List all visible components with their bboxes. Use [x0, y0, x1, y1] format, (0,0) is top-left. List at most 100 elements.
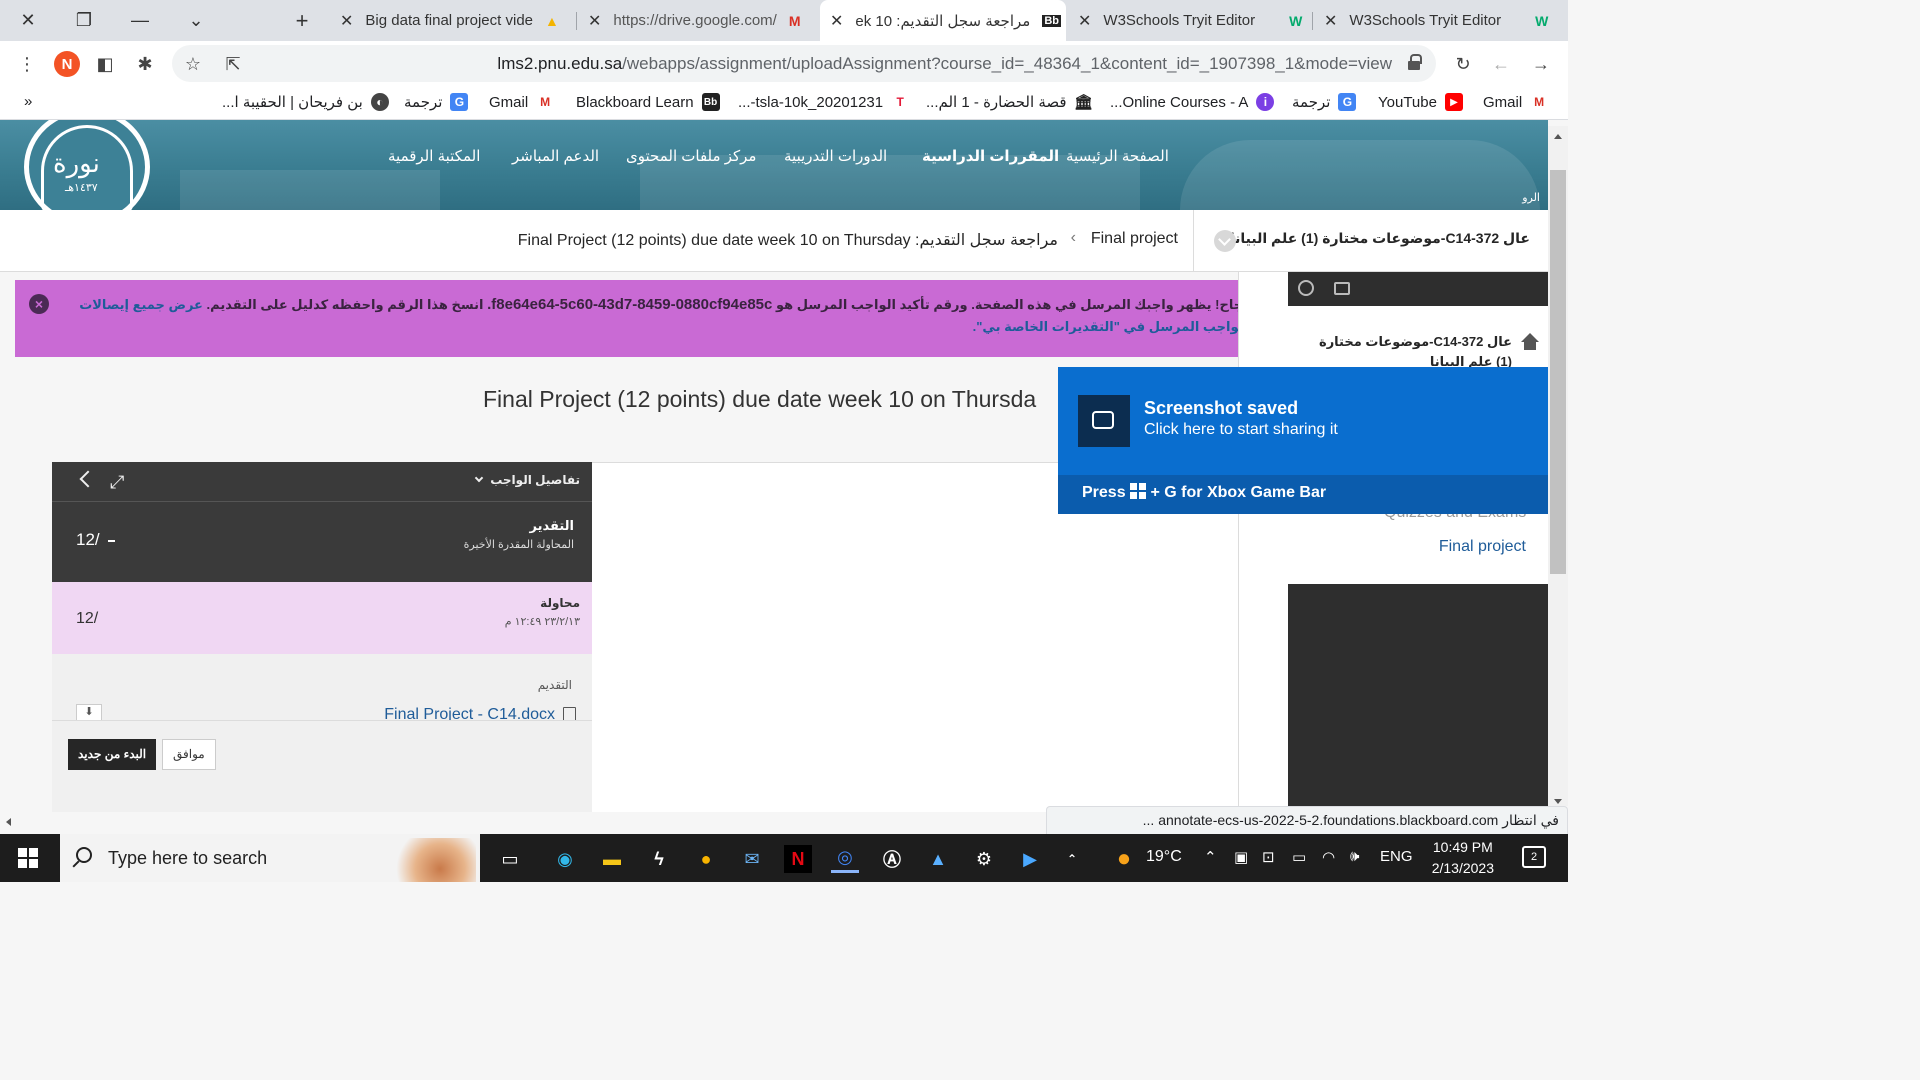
video-icon[interactable]: ▶	[1016, 845, 1044, 873]
tray-device-icon[interactable]: ⊡	[1262, 848, 1275, 866]
back-icon[interactable]: →	[1528, 51, 1554, 77]
university-logo[interactable]: نورة ١٤٣٧هـ	[24, 120, 150, 210]
expand-icon[interactable]: ⤢	[110, 472, 130, 492]
start-button[interactable]	[18, 848, 38, 868]
tab-close-icon[interactable]: ✕	[588, 11, 601, 31]
tray-app-icon[interactable]: ▣	[1234, 848, 1248, 866]
tab-blackboard-active[interactable]: ✕ مراجعة سجل التقديم: 10 ek Bb	[820, 0, 1066, 41]
wifi-icon[interactable]: ◠	[1322, 848, 1335, 866]
tab-label: https://drive.google.com/	[613, 12, 777, 29]
battery-icon[interactable]: ▭	[1292, 848, 1306, 866]
taskbar-scroll-icon[interactable]: ⌃	[1058, 845, 1086, 873]
ok-button[interactable]: موافق	[162, 739, 216, 770]
collapse-chevron-icon[interactable]	[79, 470, 97, 488]
start-over-button[interactable]: البدء من جديد	[68, 739, 157, 770]
nav-content-center[interactable]: مركز ملفات المحتوى	[626, 147, 756, 165]
tab-close-icon[interactable]: ✕	[1078, 11, 1091, 31]
tab-drive[interactable]: ✕ https://drive.google.com/ M	[578, 0, 818, 41]
folder-icon[interactable]	[1334, 282, 1350, 295]
tab-close-icon[interactable]: ✕	[340, 11, 353, 31]
scroll-down-icon[interactable]	[1554, 799, 1562, 804]
chrome-icon[interactable]: ◎	[831, 845, 859, 873]
assignment-details-toggle[interactable]: تفاصيل الواجب	[474, 473, 580, 487]
bookmark-tsla[interactable]: Ttsla-10k_20201231-...	[738, 93, 909, 111]
language-indicator[interactable]: ENG	[1380, 848, 1413, 865]
window-minimize-icon[interactable]: —	[112, 0, 168, 41]
address-bar[interactable]: ☆ ⇱ lms2.pnu.edu.sa/webapps/assignment/u…	[172, 45, 1436, 82]
tab-w3schools-1[interactable]: ✕ W3Schools Tryit Editor W	[1068, 0, 1314, 41]
sidepanel-icon[interactable]: ◧	[92, 51, 118, 77]
file-explorer-icon[interactable]: ▬	[598, 845, 626, 873]
system-clock[interactable]: 10:49 PM 2/13/2023	[1432, 837, 1494, 879]
search-placeholder: Type here to search	[108, 848, 268, 868]
new-tab-button[interactable]: +	[274, 0, 330, 41]
tab-big-data[interactable]: ✕ Big data final project vide ▲	[330, 0, 574, 41]
sidebar-course-title[interactable]: عال C14-372-موضوعات مختارة (1) علم البيا…	[1300, 332, 1512, 372]
bookmark-blackboard[interactable]: Bb Blackboard Learn	[576, 93, 720, 111]
scroll-up-icon[interactable]	[1554, 134, 1562, 139]
netflix-icon[interactable]: N	[784, 845, 812, 873]
nav-home[interactable]: الصفحة الرئيسية	[1066, 147, 1169, 165]
settings-gear-icon[interactable]: ⚙	[970, 845, 998, 873]
taskbar-search[interactable]: Type here to search	[60, 834, 480, 882]
bookmark-binfraihan[interactable]: ◐ بن فريحان | الحقيبة ا...	[222, 93, 389, 111]
tab-search-chevron-icon[interactable]: ⌄	[168, 0, 224, 41]
scroll-left-icon[interactable]	[6, 818, 11, 826]
url-text[interactable]: lms2.pnu.edu.sa/webapps/assignment/uploa…	[497, 54, 1392, 74]
edge-icon[interactable]: ◉	[551, 845, 579, 873]
app-icon-shield[interactable]: ●	[692, 845, 720, 873]
nav-digital-library[interactable]: المكتبة الرقمية	[388, 147, 480, 165]
reload-icon[interactable]: ↻	[1450, 51, 1476, 77]
bookmark-youtube[interactable]: ▶ YouTube	[1378, 93, 1463, 111]
sidebar-item-final-project[interactable]: Final project	[1439, 538, 1526, 556]
share-icon[interactable]: ⇱	[220, 51, 246, 77]
refresh-icon[interactable]	[1298, 280, 1314, 296]
close-icon[interactable]: ×	[29, 294, 49, 314]
bookmark-star-icon[interactable]: ☆	[180, 51, 206, 77]
bookmark-translate-1[interactable]: G ترجمة	[1292, 93, 1357, 111]
breadcrumb-course[interactable]: عال C14-372-موضوعات مختارة (1) علم البيا…	[1230, 230, 1530, 247]
more-bookmarks-chevron[interactable]: »	[24, 93, 32, 110]
vertical-scrollbar[interactable]	[1548, 126, 1568, 806]
breadcrumb-final-project[interactable]: Final project	[1091, 230, 1178, 248]
browser-status-bar: في انتظار annotate-ecs-us-2022-5-2.found…	[1046, 806, 1568, 834]
blackboard-icon: Bb	[1042, 14, 1061, 27]
home-icon[interactable]	[1519, 333, 1541, 351]
course-menu-chevron-icon[interactable]	[1214, 230, 1236, 252]
bookmark-civilization[interactable]: 🏛 قصة الحضارة - 1 الم...	[926, 93, 1093, 111]
tab-w3schools-2[interactable]: ✕ W3Schools Tryit Editor W	[1314, 0, 1568, 41]
photos-icon[interactable]: ▲	[924, 845, 952, 873]
chrome-menu-icon[interactable]: ⋮	[14, 51, 40, 77]
tab-close-icon[interactable]: ✕	[830, 11, 843, 31]
screenshot-notification[interactable]: Screenshot saved Click here to start sha…	[1058, 367, 1548, 514]
volume-icon[interactable]: 🕪	[1350, 848, 1359, 865]
profile-avatar[interactable]: N	[54, 51, 80, 77]
clock-time: 10:49 PM	[1432, 839, 1493, 855]
nav-trainings[interactable]: الدورات التدريبية	[784, 147, 887, 165]
task-view-icon[interactable]: ▭	[496, 845, 524, 873]
nav-courses[interactable]: المقررات الدراسية	[922, 147, 1059, 165]
forward-icon[interactable]: ←	[1488, 51, 1514, 77]
extensions-icon[interactable]: ✱	[132, 51, 158, 77]
bookmark-translate-2[interactable]: G ترجمة	[404, 93, 469, 111]
tab-close-icon[interactable]: ✕	[1324, 11, 1337, 31]
bookmark-gmail-1[interactable]: M Gmail	[1483, 93, 1548, 111]
attempt-row[interactable]: محاولة ٢٣/٢/١٣ ١٢:٤٩ م 12/	[52, 582, 592, 654]
window-close-icon[interactable]: ✕	[0, 0, 56, 41]
app-icon-a[interactable]: Ⓐ	[878, 845, 906, 873]
hidden-icons-chevron-icon[interactable]: ⌃	[1204, 848, 1217, 866]
weather-temperature[interactable]: 19°C	[1146, 848, 1182, 866]
nav-live-support[interactable]: الدعم المباشر	[512, 147, 599, 165]
app-icon-bolt[interactable]: ϟ	[645, 845, 673, 873]
lock-icon[interactable]	[1408, 54, 1422, 70]
tesla-icon: T	[896, 95, 904, 109]
window-restore-icon[interactable]: ❐	[56, 0, 112, 41]
notification-center-icon[interactable]: 2	[1522, 846, 1546, 868]
weather-icon[interactable]: ●	[1110, 845, 1138, 873]
hint-suffix: + G for Xbox Game Bar	[1150, 484, 1327, 501]
globe-icon: ◐	[370, 93, 389, 111]
mail-icon[interactable]: ✉	[738, 845, 766, 873]
bookmark-online-courses[interactable]: i Online Courses - A...	[1110, 93, 1275, 111]
scroll-thumb[interactable]	[1550, 170, 1566, 574]
bookmark-gmail-2[interactable]: M Gmail	[489, 93, 554, 111]
